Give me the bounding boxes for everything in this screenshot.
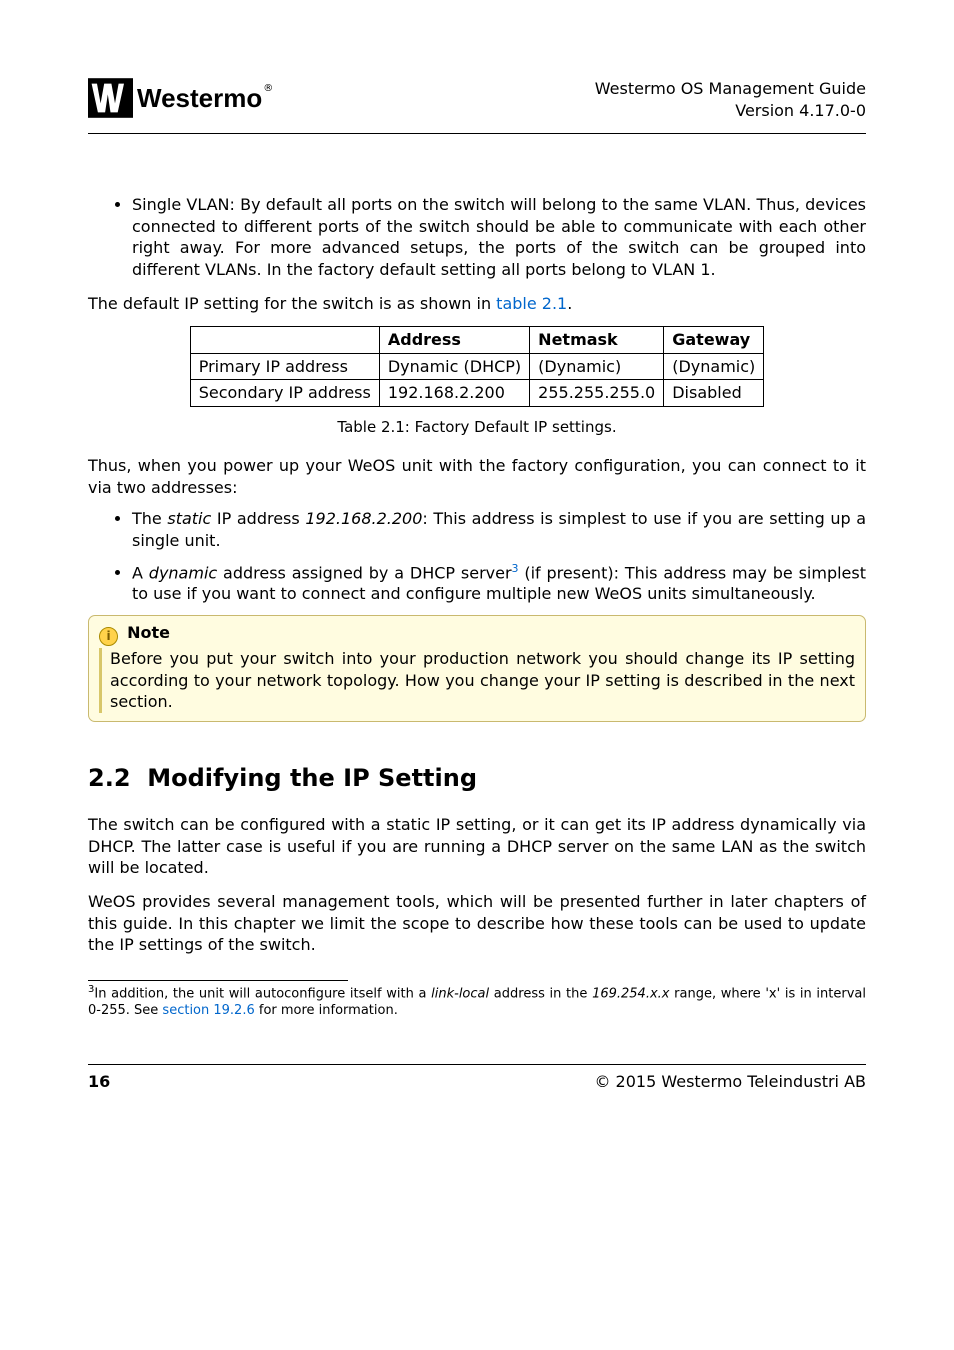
ip-settings-table: Address Netmask Gateway Primary IP addre… bbox=[190, 326, 765, 407]
footnote-ref-3[interactable]: 3 bbox=[512, 562, 519, 575]
text: for more information. bbox=[255, 1003, 398, 1018]
brand-logo: Westermo® bbox=[88, 78, 272, 118]
doc-title-block: Westermo OS Management Guide Version 4.1… bbox=[595, 78, 866, 121]
cell: 192.168.2.200 bbox=[379, 380, 529, 407]
para-weos-tools: WeOS provides several management tools, … bbox=[88, 891, 866, 956]
cell: Dynamic (DHCP) bbox=[379, 353, 529, 380]
cell: Secondary IP address bbox=[190, 380, 379, 407]
text: IP address bbox=[211, 509, 305, 528]
page-footer: 16 © 2015 Westermo Teleindustri AB bbox=[88, 1071, 866, 1093]
table-row: Primary IP address Dynamic (DHCP) (Dynam… bbox=[190, 353, 764, 380]
doc-title: Westermo OS Management Guide bbox=[595, 78, 866, 100]
text: In addition, the unit will autoconfigure… bbox=[94, 986, 431, 1001]
note-body: Before you put your switch into your pro… bbox=[99, 648, 855, 713]
header-rule bbox=[88, 133, 866, 134]
text: A bbox=[132, 563, 149, 582]
text: address in the bbox=[489, 986, 592, 1001]
para-configured: The switch can be configured with a stat… bbox=[88, 814, 866, 879]
footnote-rule bbox=[88, 980, 348, 981]
table-header-row: Address Netmask Gateway bbox=[190, 327, 764, 354]
table-caption: Table 2.1: Factory Default IP settings. bbox=[88, 417, 866, 437]
footer-rule bbox=[88, 1064, 866, 1065]
bullet-static-ip: The static IP address 192.168.2.200: Thi… bbox=[132, 508, 866, 551]
para-thus: Thus, when you power up your WeOS unit w… bbox=[88, 455, 866, 498]
text: . bbox=[567, 294, 572, 313]
text: 192.168.2.200 bbox=[305, 509, 422, 528]
text: link-local bbox=[431, 986, 489, 1001]
section-title: Modifying the IP Setting bbox=[147, 764, 477, 792]
section-number: 2.2 bbox=[88, 764, 131, 792]
link-section-19-2-6[interactable]: section 19.2.6 bbox=[162, 1003, 254, 1018]
cell: (Dynamic) bbox=[664, 353, 764, 380]
section-heading: 2.2 Modifying the IP Setting bbox=[88, 762, 866, 794]
link-table-2-1[interactable]: table 2.1 bbox=[496, 294, 567, 313]
cell: 255.255.255.0 bbox=[530, 380, 664, 407]
para-default-ip: The default IP setting for the switch is… bbox=[88, 293, 866, 315]
text: The default IP setting for the switch is… bbox=[88, 294, 496, 313]
text: dynamic bbox=[149, 563, 217, 582]
doc-version: Version 4.17.0-0 bbox=[595, 100, 866, 122]
cell: (Dynamic) bbox=[530, 353, 664, 380]
page-number: 16 bbox=[88, 1071, 110, 1093]
cell: Disabled bbox=[664, 380, 764, 407]
th-address: Address bbox=[379, 327, 529, 354]
th-netmask: Netmask bbox=[530, 327, 664, 354]
registered-icon: ® bbox=[263, 83, 273, 94]
table-row: Secondary IP address 192.168.2.200 255.2… bbox=[190, 380, 764, 407]
note-callout: i Note Before you put your switch into y… bbox=[88, 615, 866, 722]
text: The bbox=[132, 509, 167, 528]
th-gateway: Gateway bbox=[664, 327, 764, 354]
info-icon: i bbox=[99, 627, 118, 646]
logo-text: Westermo bbox=[137, 83, 262, 114]
bullet-dynamic-ip: A dynamic address assigned by a DHCP ser… bbox=[132, 562, 866, 606]
footnote-3: 3In addition, the unit will autoconfigur… bbox=[88, 983, 866, 1020]
cell: Primary IP address bbox=[190, 353, 379, 380]
note-title: Note bbox=[127, 623, 170, 642]
text: static bbox=[167, 509, 211, 528]
copyright: © 2015 Westermo Teleindustri AB bbox=[594, 1071, 866, 1093]
text: address assigned by a DHCP server bbox=[217, 563, 511, 582]
text: 169.254.x.x bbox=[592, 986, 669, 1001]
bullet-single-vlan: Single VLAN: By default all ports on the… bbox=[132, 194, 866, 280]
westermo-w-icon bbox=[88, 78, 133, 118]
th-blank bbox=[190, 327, 379, 354]
